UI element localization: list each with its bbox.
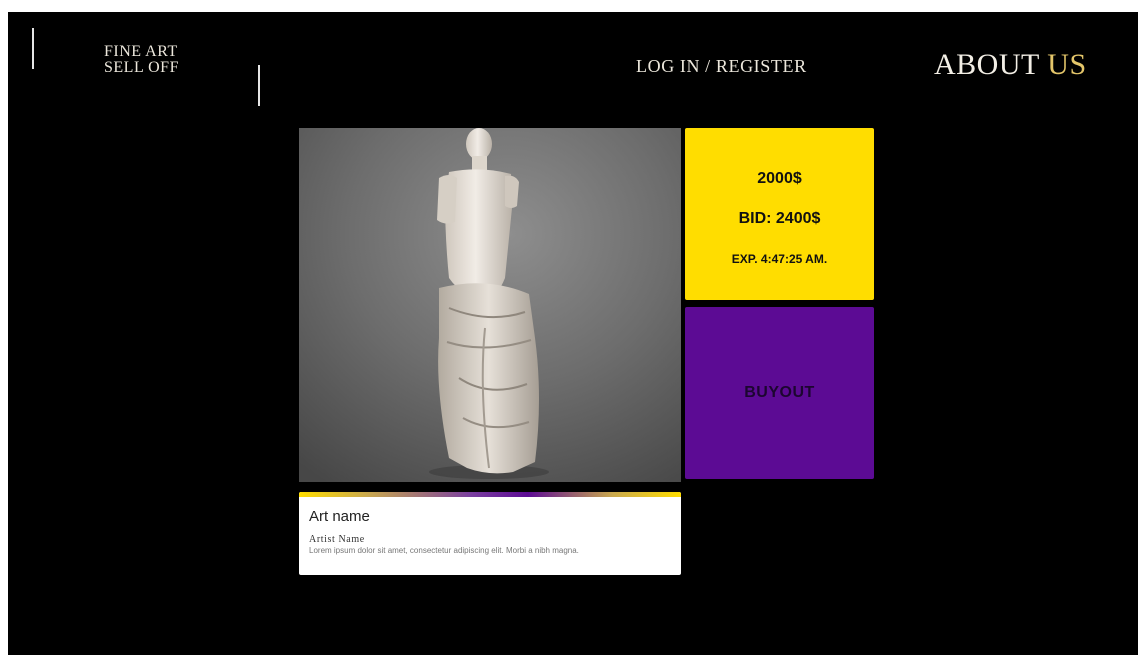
buyout-button[interactable]: BUYOUT (685, 307, 874, 479)
current-bid: BID: 2400$ (738, 210, 821, 227)
artwork-image[interactable] (299, 128, 681, 482)
expiry-time: EXP. 4:47:25 AM. (731, 252, 828, 266)
artist-name: Artist Name (309, 534, 365, 545)
art-info-card: Art name Artist Name Lorem ipsum dolor s… (299, 492, 681, 575)
art-description: Lorem ipsum dolor sit amet, consectetur … (309, 546, 579, 555)
logo-line-2: SELL OFF (104, 59, 179, 76)
login-register-link[interactable]: LOG IN / REGISTER (636, 56, 807, 77)
info-card-accent-strip (299, 492, 681, 497)
art-name: Art name (309, 508, 370, 525)
about-us-accent: US (1047, 48, 1087, 81)
decorative-divider-mid (258, 65, 260, 106)
starting-price: 2000$ (757, 170, 802, 187)
decorative-divider-left (32, 28, 34, 69)
about-us-main: ABOUT (934, 48, 1040, 81)
price-box: 2000$ BID: 2400$ EXP. 4:47:25 AM. (685, 128, 874, 300)
statue-image (299, 128, 681, 482)
app-frame: FINE ART SELL OFF LOG IN / REGISTER ABOU… (8, 12, 1138, 655)
site-logo[interactable]: FINE ART SELL OFF (104, 44, 179, 76)
about-us-link[interactable]: ABOUT US (934, 48, 1087, 82)
logo-line-1: FINE ART (104, 43, 178, 60)
